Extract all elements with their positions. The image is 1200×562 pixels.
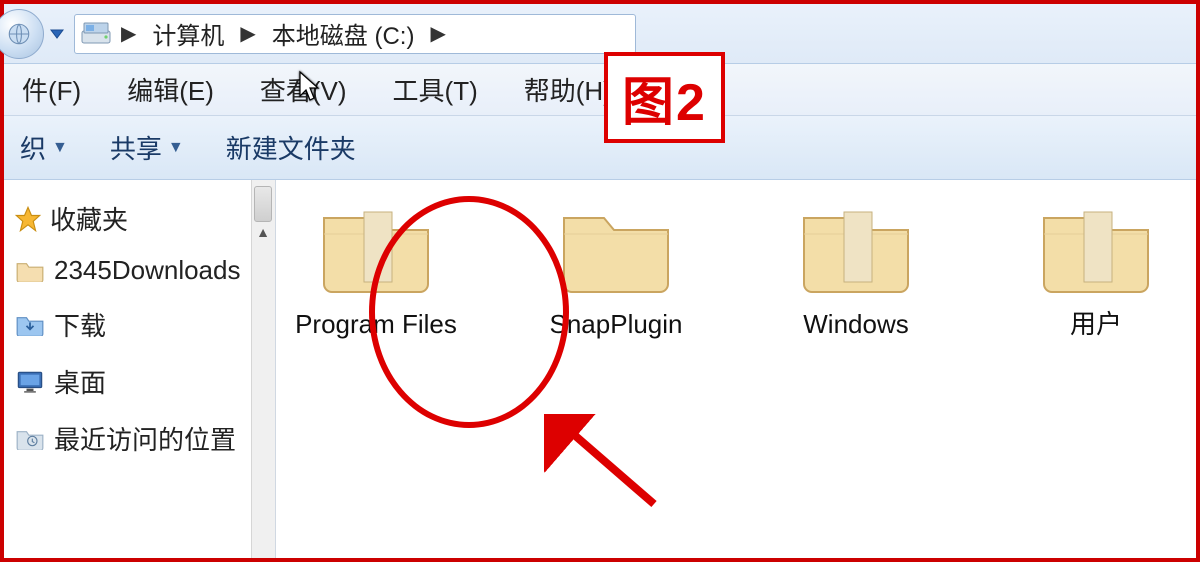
folder-snapplugin[interactable]: SnapPlugin xyxy=(526,198,706,341)
sidebar-item-2345downloads[interactable]: 2345Downloads xyxy=(10,245,275,296)
sidebar-heading-label: 收藏夹 xyxy=(50,200,128,237)
toolbar-organize[interactable]: 织 ▼ xyxy=(4,121,84,174)
desktop-icon xyxy=(16,369,44,395)
sidebar: ▲ 收藏夹 2345Downloads xyxy=(4,180,276,558)
sidebar-scrollbar[interactable]: ▲ xyxy=(251,180,275,558)
folder-label: Program Files xyxy=(286,308,466,341)
recent-icon xyxy=(16,426,44,452)
folder-windows[interactable]: Windows xyxy=(766,198,946,341)
folder-icon xyxy=(556,198,676,298)
sidebar-item-recent[interactable]: 最近访问的位置 xyxy=(10,410,275,467)
menu-tools[interactable]: 工具(T) xyxy=(375,65,496,114)
toolbar-new-folder[interactable]: 新建文件夹 xyxy=(210,121,372,174)
sidebar-item-label: 桌面 xyxy=(54,363,106,400)
breadcrumb-sep-icon: ▶ xyxy=(236,21,259,46)
content-pane[interactable]: Program Files SnapPlugin Windows 用户 xyxy=(276,180,1196,558)
folder-users[interactable]: 用户 xyxy=(1006,198,1186,341)
chevron-down-icon: ▼ xyxy=(168,139,184,157)
toolbar-new-folder-label: 新建文件夹 xyxy=(226,129,356,166)
chevron-down-icon xyxy=(50,29,64,39)
sidebar-item-downloads[interactable]: 下载 xyxy=(10,296,275,353)
folder-icon xyxy=(316,198,436,298)
folder-label: Windows xyxy=(766,308,946,341)
toolbar-share[interactable]: 共享 ▼ xyxy=(94,121,200,174)
menu-view[interactable]: 查看(V) xyxy=(242,65,365,114)
menu-bar: 件(F) 编辑(E) 查看(V) 工具(T) 帮助(H) xyxy=(4,64,1196,116)
sidebar-item-label: 最近访问的位置 xyxy=(54,420,236,457)
scrollbar-thumb[interactable] xyxy=(254,186,272,222)
menu-edit[interactable]: 编辑(E) xyxy=(109,65,232,114)
toolbar: 织 ▼ 共享 ▼ 新建文件夹 xyxy=(4,116,1196,180)
scrollbar-up-icon: ▲ xyxy=(256,224,270,240)
breadcrumb-sep-icon: ▶ xyxy=(426,21,449,46)
downloads-icon xyxy=(16,312,44,338)
chevron-down-icon: ▼ xyxy=(52,139,68,157)
folder-program-files[interactable]: Program Files xyxy=(286,198,466,341)
toolbar-share-label: 共享 xyxy=(110,129,162,166)
menu-file[interactable]: 件(F) xyxy=(4,65,99,114)
toolbar-organize-label: 织 xyxy=(20,129,46,166)
folder-icon xyxy=(796,198,916,298)
sidebar-heading-favorites[interactable]: 收藏夹 xyxy=(10,192,275,245)
folder-label: SnapPlugin xyxy=(526,308,706,341)
breadcrumb-seg-drive[interactable]: 本地磁盘 (C:) xyxy=(266,14,421,53)
breadcrumb-sep-icon: ▶ xyxy=(117,21,140,46)
address-bar-row: ▶ 计算机 ▶ 本地磁盘 (C:) ▶ xyxy=(4,4,1196,64)
sidebar-item-desktop[interactable]: 桌面 xyxy=(10,353,275,410)
sidebar-item-label: 下载 xyxy=(54,306,106,343)
folder-icon xyxy=(16,258,44,284)
drive-icon xyxy=(81,21,111,47)
nav-history-dropdown[interactable] xyxy=(48,27,66,41)
breadcrumb-seg-computer[interactable]: 计算机 xyxy=(146,14,230,53)
folder-label: 用户 xyxy=(1006,308,1186,341)
folder-icon xyxy=(1036,198,1156,298)
star-icon xyxy=(14,206,42,232)
annotation-figure-label: 图2 xyxy=(604,52,725,143)
globe-icon xyxy=(6,21,32,47)
breadcrumb-bar[interactable]: ▶ 计算机 ▶ 本地磁盘 (C:) ▶ xyxy=(74,14,636,54)
sidebar-item-label: 2345Downloads xyxy=(54,255,240,286)
nav-back-button[interactable] xyxy=(0,9,44,59)
